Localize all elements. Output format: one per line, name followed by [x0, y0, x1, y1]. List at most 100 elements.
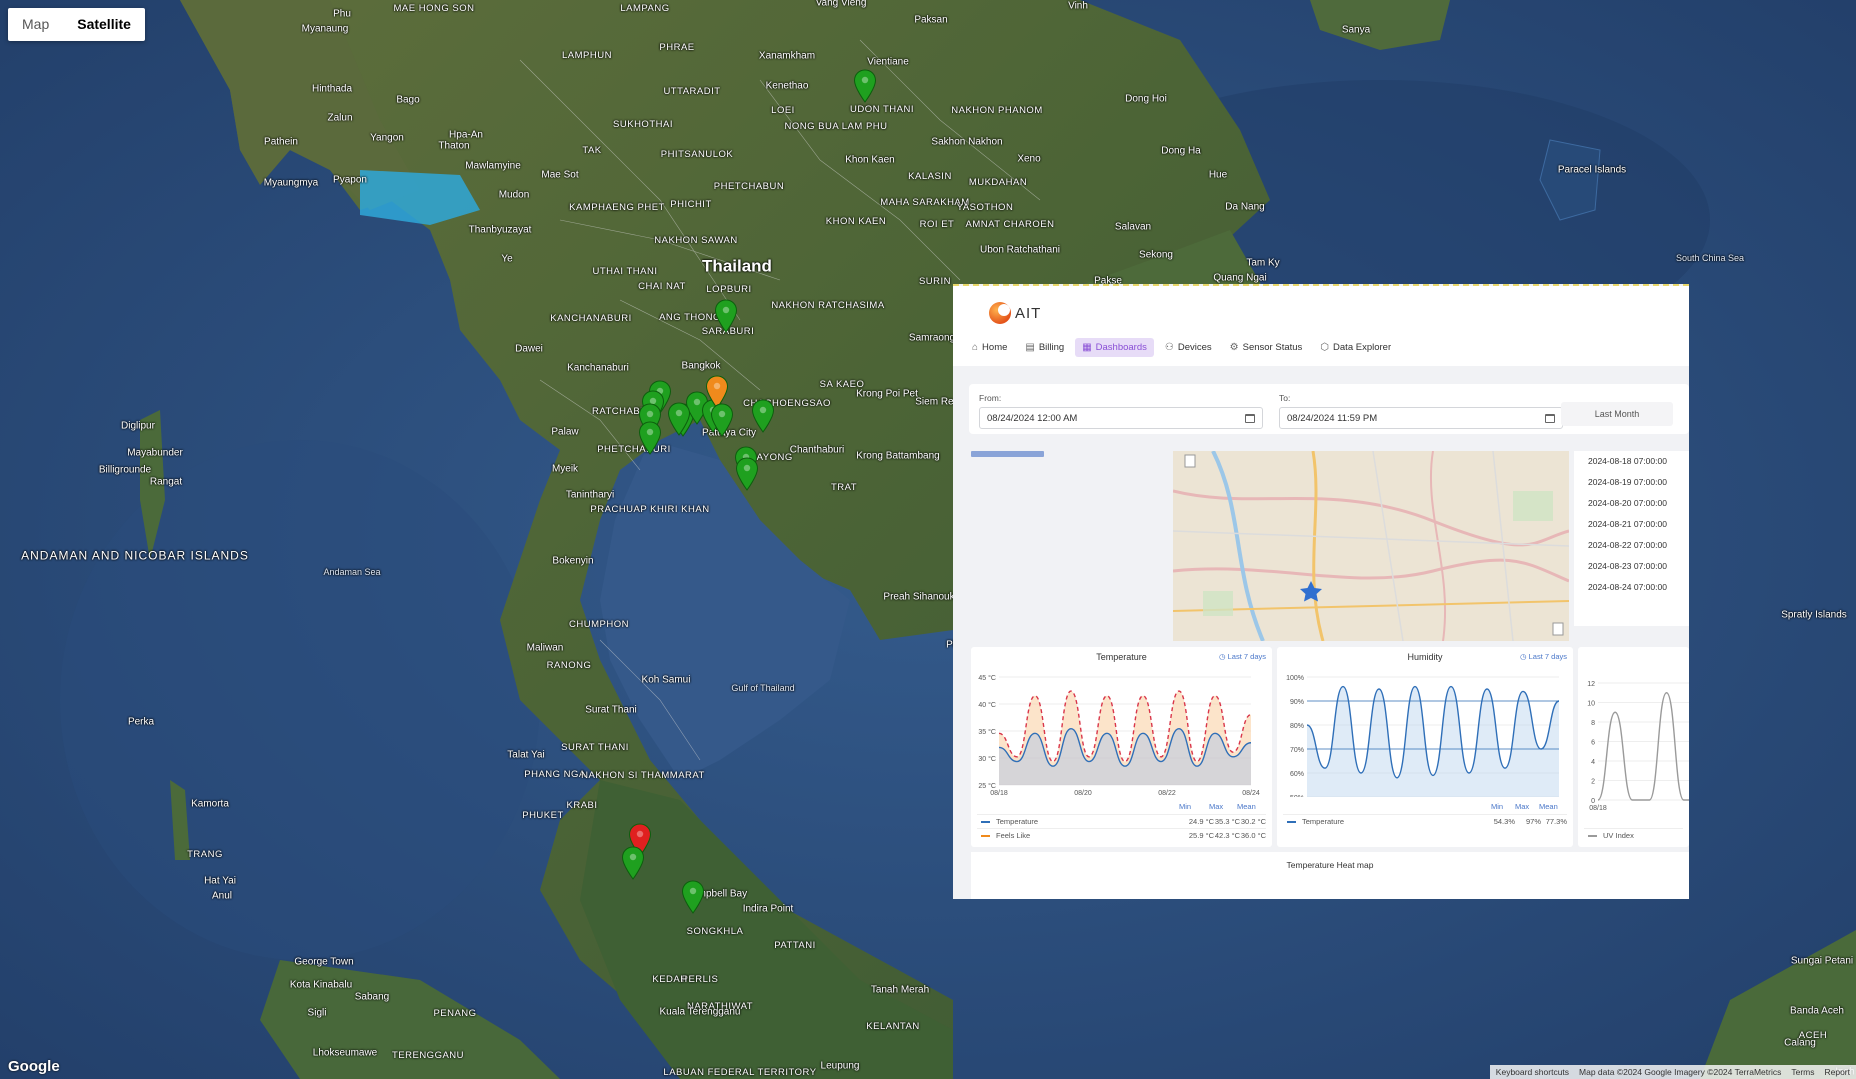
stats-mean-header: Mean	[1539, 802, 1558, 811]
nav-label: Devices	[1177, 342, 1212, 353]
map-place-label: Rangat	[149, 476, 183, 488]
device-marker-ok[interactable]	[621, 846, 645, 880]
map-attribution: Keyboard shortcuts Map data ©2024 Google…	[1489, 1065, 1856, 1079]
stats-max-header: Max	[1515, 802, 1530, 811]
legend-mean: 30.2 °C	[1240, 817, 1266, 826]
nav-home[interactable]: ⌂ Home	[965, 338, 1014, 357]
temperature-range-link[interactable]: ◷ Last 7 days	[1219, 652, 1266, 661]
timestamp-item[interactable]: 2024-08-19 07:00:00	[1574, 472, 1689, 493]
map-place-label: NONG BUA LAM PHU	[784, 120, 888, 132]
nav-billing[interactable]: ▤ Billing	[1018, 338, 1071, 357]
map-place-label: Dong Ha	[1161, 145, 1201, 157]
legend-temperature[interactable]: Temperature 24.9 °C 35.3 °C 30.2 °C	[977, 814, 1266, 828]
temperature-heatmap-panel: Temperature Heat map	[971, 852, 1689, 899]
legend-uv-index[interactable]: UV Index	[1584, 828, 1683, 842]
map-type-map-button[interactable]: Map	[8, 8, 63, 41]
timestamp-item[interactable]: 2024-08-24 07:00:00	[1574, 577, 1689, 598]
map-place-label: Vinh	[1068, 0, 1088, 12]
map-place-label: PENANG	[433, 1007, 477, 1019]
uv-index-chart[interactable]: 12108642008/1808/	[1578, 669, 1689, 819]
map-place-label: Sanya	[1341, 24, 1371, 36]
temperature-chart[interactable]: 45 °C 40 °C 35 °C 30 °C 25 °C08/18 08/20 08/22…	[971, 669, 1272, 797]
nav-devices[interactable]: ⚇ Devices	[1158, 338, 1219, 357]
timestamp-item[interactable]: 2024-08-22 07:00:00	[1574, 535, 1689, 556]
map-place-label: SUKHOTHAI	[613, 118, 673, 130]
nav-sensor-status[interactable]: ⚙ Sensor Status	[1223, 338, 1310, 357]
y-tick-label: 100%	[1286, 675, 1304, 682]
map-place-label: Surat Thani	[585, 704, 637, 716]
timestamp-item[interactable]: 2024-08-21 07:00:00	[1574, 514, 1689, 535]
device-marker-ok[interactable]	[638, 421, 662, 455]
device-marker-ok[interactable]	[681, 880, 705, 914]
nav-data-explorer[interactable]: ⬡ Data Explorer	[1313, 338, 1398, 357]
legend-humidity-temperature[interactable]: Temperature 54.3% 97% 77.3%	[1283, 814, 1567, 828]
y-tick-label: 35 °C	[978, 728, 996, 736]
to-date-input[interactable]: 08/24/2024 11:59 PM	[1279, 407, 1563, 429]
dashboard-overlay: AIT ⌂ Home ▤ Billing ▦ Dashboards ⚇ Devices ⚙ Sen…	[953, 284, 1689, 899]
legend-min: 24.9 °C	[1188, 817, 1214, 826]
device-marker-ok[interactable]	[710, 403, 734, 437]
timestamp-item[interactable]: 2024-08-18 07:00:00	[1574, 451, 1689, 472]
map-place-label: YASOTHON	[956, 201, 1014, 213]
map-place-label: PHETCHABUN	[713, 180, 785, 192]
map-place-label: Mayabunder	[127, 447, 183, 459]
humidity-range-link[interactable]: ◷ Last 7 days	[1520, 652, 1567, 661]
map-place-label: Thaton	[438, 140, 470, 152]
series-area	[1307, 686, 1559, 797]
y-tick-label: 2	[1591, 779, 1595, 786]
report-link[interactable]: Report	[1824, 1067, 1850, 1077]
stats-max-header: Max	[1209, 802, 1224, 811]
map-type-satellite-button[interactable]: Satellite	[63, 8, 145, 41]
device-marker-ok[interactable]	[667, 402, 691, 436]
calendar-icon[interactable]	[1545, 413, 1555, 423]
legend-label: Temperature	[996, 817, 1039, 826]
legend-max: 35.3 °C	[1214, 817, 1240, 826]
map-place-label: NAKHON SAWAN	[654, 234, 738, 246]
y-tick-label: 0	[1591, 798, 1595, 805]
map-place-label: KELANTAN	[866, 1020, 920, 1032]
device-marker-ok[interactable]	[853, 69, 877, 103]
sensor-status-icon: ⚙	[1229, 342, 1239, 353]
from-date-input[interactable]: 08/24/2024 12:00 AM	[979, 407, 1263, 429]
map-place-label: CHAI NAT	[638, 280, 686, 292]
map-place-label: Perka	[127, 716, 155, 728]
map-place-label: Xanamkham	[758, 50, 816, 62]
humidity-chart[interactable]: 100%90%80%70%60%50%08/1808/2008/2208/24	[1277, 669, 1573, 797]
device-marker-ok[interactable]	[714, 299, 738, 333]
timestamp-item[interactable]: 2024-08-20 07:00:00	[1574, 493, 1689, 514]
map-place-label: Yangon	[370, 132, 404, 144]
last-month-button[interactable]: Last Month	[1561, 402, 1673, 426]
map-place-label: Kota Kinabalu	[289, 979, 353, 991]
terms-link[interactable]: Terms	[1791, 1067, 1814, 1077]
map-place-label: Kanchanaburi	[567, 362, 629, 374]
map-place-label: Paksan	[914, 14, 948, 26]
map-place-label: NAKHON PHANOM	[951, 104, 1043, 116]
keyboard-shortcuts-link[interactable]: Keyboard shortcuts	[1496, 1067, 1569, 1077]
device-marker-ok[interactable]	[735, 457, 759, 491]
nav-dashboards[interactable]: ▦ Dashboards	[1075, 338, 1154, 357]
ait-logo[interactable]: AIT	[989, 302, 1041, 324]
google-logo[interactable]: Google	[8, 1058, 60, 1075]
legend-feels-like[interactable]: Feels Like 25.9 °C 42.3 °C 36.0 °C	[977, 828, 1266, 842]
nav-label: Data Explorer	[1333, 342, 1392, 353]
legend-max: 97%	[1525, 817, 1541, 826]
legend-swatch	[1287, 820, 1296, 823]
map-place-label: Andaman Sea	[323, 567, 381, 578]
map-place-label: Vientiane	[867, 56, 909, 68]
device-marker-ok[interactable]	[751, 399, 775, 433]
map-place-label: PHRAE	[659, 41, 695, 53]
uv-index-chart-panel: 12108642008/1808/ UV Index	[1578, 647, 1689, 847]
to-date-field: To: 08/24/2024 11:59 PM	[1279, 393, 1563, 429]
timestamp-item[interactable]: 2024-08-23 07:00:00	[1574, 556, 1689, 577]
calendar-icon[interactable]	[1245, 413, 1255, 423]
temperature-chart-panel: Temperature ◷ Last 7 days 45 °C 40 °C 35 °…	[971, 647, 1272, 847]
legend-swatch	[981, 834, 990, 837]
map-place-label: Maliwan	[526, 642, 564, 654]
map-place-label: Leupung	[820, 1060, 860, 1072]
map-place-label: PHANG NGA	[524, 768, 586, 780]
humidity-range-label: Last 7 days	[1528, 652, 1567, 661]
map-place-label: Zalun	[327, 112, 353, 124]
map-place-label: MAE HONG SON	[393, 2, 475, 14]
device-location-minimap[interactable]	[1173, 451, 1569, 641]
stats-mean-header: Mean	[1237, 802, 1256, 811]
